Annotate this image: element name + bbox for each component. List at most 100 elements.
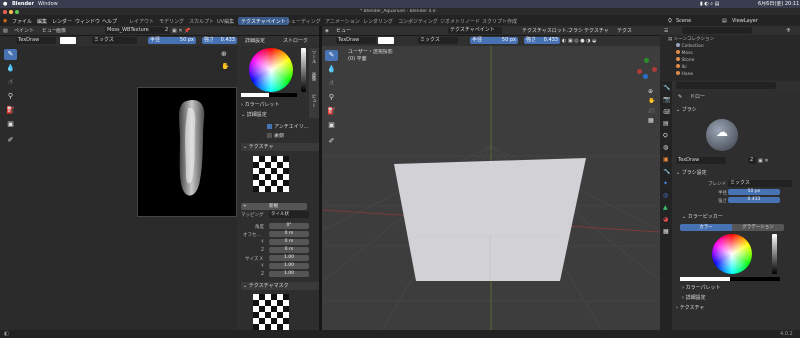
- color-palette-section[interactable]: › カラーパレット: [241, 101, 280, 109]
- brush-preview[interactable]: ☁: [706, 119, 738, 151]
- ws-animation[interactable]: アニメーション: [322, 17, 363, 25]
- menu-edit[interactable]: 編集: [37, 18, 47, 25]
- backface-checkbox[interactable]: 裏側: [267, 133, 284, 139]
- image-editor-canvas[interactable]: ⊕ ✋: [22, 36, 237, 330]
- size-y-field[interactable]: 1.00: [269, 263, 309, 269]
- outliner-filter-icon[interactable]: ⚗: [786, 28, 790, 34]
- prop-secondary-color[interactable]: [730, 277, 780, 281]
- tool-clone-icon[interactable]: ⚲: [4, 91, 17, 102]
- ws-uv-edit[interactable]: UV編集: [214, 17, 237, 25]
- gizmo-y-icon[interactable]: [644, 58, 649, 63]
- offset-z-field[interactable]: 0 m: [269, 247, 309, 253]
- advanced-settings-label[interactable]: 詳細設定: [245, 38, 265, 44]
- prop-radius-field[interactable]: 50 px: [728, 189, 780, 195]
- ws-layout[interactable]: レイアウト: [126, 17, 157, 25]
- prop-render-icon[interactable]: 📷: [663, 97, 670, 103]
- color-swatch-black[interactable]: [269, 93, 297, 97]
- image-image-menu[interactable]: 画像: [56, 28, 66, 34]
- tab-view[interactable]: ビュー: [310, 94, 316, 108]
- navigation-gizmo[interactable]: [634, 58, 658, 82]
- color-wheel[interactable]: [249, 48, 293, 92]
- viewport-mode-dropdown[interactable]: テクスチャペイント: [448, 27, 502, 34]
- vp-tool-clone-icon[interactable]: ⚲: [325, 92, 338, 103]
- tool-soften-icon[interactable]: 💧: [4, 63, 17, 74]
- prop-palette-section[interactable]: › カラーパレット: [682, 284, 721, 292]
- viewport-texture-menu[interactable]: テクスチャ: [584, 28, 609, 34]
- menu-help[interactable]: ヘルプ: [102, 18, 117, 25]
- pan-hand-icon[interactable]: ✋: [221, 63, 230, 69]
- offset-y-field[interactable]: 0 m: [269, 239, 309, 245]
- prop-color-wheel[interactable]: [712, 234, 752, 274]
- outliner-scene-collection[interactable]: ▤ シーンコレクション: [668, 36, 714, 43]
- prop-modifier-icon[interactable]: 🔧: [663, 169, 670, 175]
- ws-scripting[interactable]: スクリプト作成: [479, 17, 520, 25]
- prop-object-icon[interactable]: ▣: [663, 157, 669, 163]
- texture-preview[interactable]: [253, 156, 289, 192]
- apple-icon[interactable]: ●: [3, 1, 7, 7]
- minimize-window-icon[interactable]: [9, 10, 13, 14]
- vp-tool-annotate-icon[interactable]: ✐: [325, 136, 338, 147]
- viewport-blend-dropdown[interactable]: ミックス: [418, 37, 458, 44]
- zoom-icon[interactable]: ⊕: [221, 51, 227, 57]
- brush-color-swatch[interactable]: [60, 37, 76, 44]
- outliner-item-iki[interactable]: Iki: [676, 64, 687, 71]
- gizmo-neg-x-icon[interactable]: [637, 69, 642, 74]
- prop-data-icon[interactable]: ▲: [663, 205, 668, 211]
- prop-tool-icon[interactable]: 🔧: [663, 85, 670, 91]
- prop-particles-icon[interactable]: ✦: [663, 181, 668, 187]
- viewport-zoom-icon[interactable]: ⊕: [648, 89, 653, 95]
- strength-field[interactable]: 強さ 0.433: [202, 37, 237, 44]
- view-layer-icon[interactable]: ▤: [722, 18, 727, 24]
- gizmo-x-icon[interactable]: [652, 67, 657, 72]
- texture-mask-section[interactable]: ⌄ テクスチャマスク: [241, 282, 319, 290]
- viewport-shading-icons[interactable]: ◐ ▣ ◎ ● ◑ ◒: [562, 38, 597, 44]
- ws-sculpt[interactable]: スカルプト: [186, 17, 217, 25]
- vp-tool-smear-icon[interactable]: ☝: [325, 78, 338, 89]
- outliner-search[interactable]: [682, 27, 752, 34]
- image-preview[interactable]: [137, 87, 237, 217]
- prop-tab-color[interactable]: カラー: [680, 224, 732, 231]
- ws-modeling[interactable]: モデリング: [156, 17, 187, 25]
- prop-scene-icon[interactable]: ⛭: [663, 133, 668, 139]
- scene-icon[interactable]: ⛭: [668, 18, 672, 24]
- viewport-editor-type-icon[interactable]: ◈: [325, 28, 329, 34]
- prop-view-layer-icon[interactable]: ▤: [663, 121, 669, 127]
- gizmo-z-icon[interactable]: [643, 74, 648, 79]
- ws-shading[interactable]: シェーディング: [283, 17, 324, 25]
- tool-smear-icon[interactable]: ☝: [4, 77, 17, 88]
- brush-name-field[interactable]: TexDraw: [16, 37, 56, 44]
- prop-material-icon[interactable]: ◕: [663, 217, 668, 223]
- prop-brush-users[interactable]: 2: [748, 157, 756, 164]
- outliner-item-moss[interactable]: Moss: [676, 50, 693, 57]
- prop-brush-name[interactable]: TexDraw: [676, 157, 726, 164]
- mapping-dropdown[interactable]: タイル状: [269, 211, 309, 218]
- tool-annotate-icon[interactable]: ✐: [4, 135, 17, 146]
- scene-name[interactable]: Scene: [676, 18, 691, 24]
- viewport-brush-field[interactable]: TexDraw: [336, 37, 376, 44]
- vp-tool-fill-icon[interactable]: ⛽: [325, 106, 338, 117]
- vp-tool-soften-icon[interactable]: 💧: [325, 64, 338, 75]
- tool-mask-icon[interactable]: ▣: [4, 119, 17, 130]
- size-z-field[interactable]: 1.00: [269, 271, 309, 277]
- outliner-item-stone[interactable]: Stone: [676, 57, 694, 64]
- editor-type-icon[interactable]: ▧: [3, 28, 8, 34]
- image-icons[interactable]: ▣ ✕ 📌: [172, 28, 190, 34]
- menu-file[interactable]: ファイル: [12, 18, 32, 25]
- stroke-label[interactable]: ストローク: [283, 38, 308, 44]
- mac-window-menu[interactable]: Window: [38, 1, 58, 7]
- value-slider[interactable]: [301, 48, 306, 92]
- prop-primary-color[interactable]: [680, 277, 730, 281]
- image-view-menu[interactable]: ビュー: [42, 28, 57, 34]
- prop-texture-icon[interactable]: ▦: [663, 229, 669, 235]
- angle-field[interactable]: 0°: [269, 223, 309, 229]
- new-texture-button[interactable]: + 新規: [241, 203, 307, 210]
- texture-slots-dropdown[interactable]: テクスチャスロット...: [522, 28, 572, 34]
- viewport-radius-field[interactable]: 半径 50 px: [470, 37, 518, 44]
- vp-tool-mask-icon[interactable]: ▣: [325, 120, 338, 131]
- prop-brush-settings-section[interactable]: ⌄ ブラシ設定: [676, 169, 707, 177]
- mac-status-icons[interactable]: ▮ ◐ ⌕ ▤: [700, 1, 719, 7]
- menu-window[interactable]: ウィンドウ: [75, 18, 100, 25]
- prop-tab-gradient[interactable]: グラデーション: [732, 224, 784, 231]
- prop-output-icon[interactable]: 🖨: [663, 109, 671, 115]
- ws-rendering[interactable]: レンダリング: [360, 17, 396, 25]
